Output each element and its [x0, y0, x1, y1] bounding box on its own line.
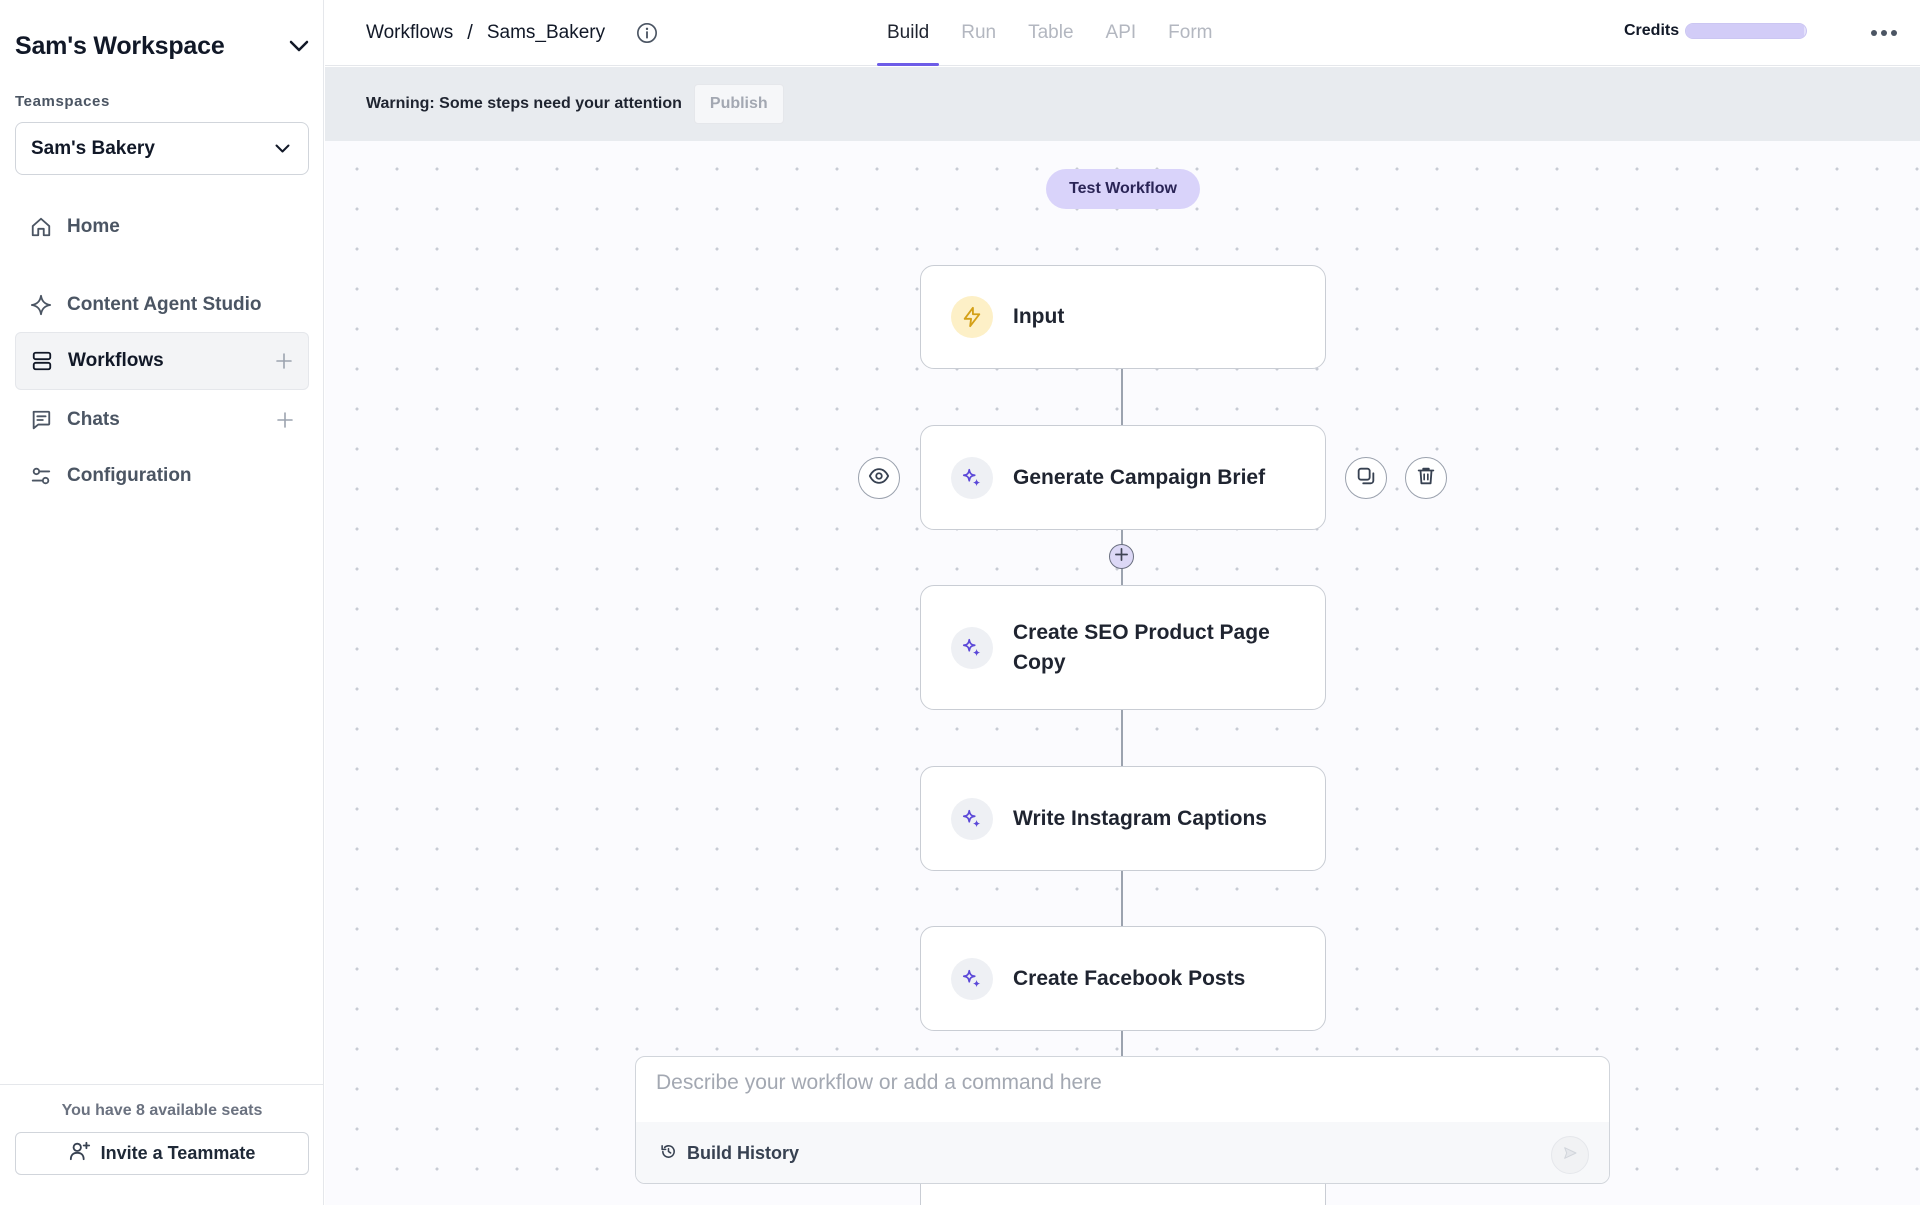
- warning-text: Warning: Some steps need your attention: [366, 95, 682, 112]
- step-node-create-facebook-posts[interactable]: Create Facebook Posts: [920, 926, 1326, 1031]
- workflows-icon: [30, 349, 54, 373]
- duplicate-step-button[interactable]: [1345, 457, 1387, 499]
- chat-icon: [29, 408, 53, 432]
- sidebar-item-content-agent-studio[interactable]: Content Agent Studio: [15, 276, 309, 334]
- connector-line: [1121, 368, 1123, 426]
- sidebar-item-home[interactable]: Home: [15, 198, 309, 256]
- step-label: Write Instagram Captions: [1013, 806, 1267, 830]
- sidebar-item-configuration[interactable]: Configuration: [15, 447, 309, 505]
- send-button[interactable]: [1551, 1136, 1589, 1174]
- info-icon[interactable]: [635, 21, 659, 45]
- breadcrumb-workflows-link[interactable]: Workflows: [366, 22, 453, 44]
- home-icon: [29, 215, 53, 239]
- sidebar-footer: You have 8 available seats Invite a Team…: [0, 1084, 324, 1205]
- workflow-canvas[interactable]: Test Workflow Input Generate Campaign Br…: [325, 141, 1920, 1205]
- tab-table[interactable]: Table: [1018, 0, 1083, 66]
- copy-icon: [1355, 465, 1377, 492]
- credits-bar: [1685, 23, 1808, 39]
- command-footer: Build History: [636, 1122, 1609, 1183]
- preview-step-button[interactable]: [858, 457, 900, 499]
- tab-api[interactable]: API: [1096, 0, 1147, 66]
- workspace-title: Sam's Workspace: [15, 31, 225, 60]
- command-input[interactable]: [656, 1071, 1556, 1095]
- history-icon: [660, 1143, 677, 1165]
- send-icon: [1562, 1145, 1578, 1166]
- lightning-icon: [951, 296, 993, 338]
- chevron-down-icon: [271, 138, 293, 160]
- teamspaces-label: Teamspaces: [15, 93, 110, 110]
- step-label: Create Facebook Posts: [1013, 966, 1246, 990]
- sidebar-item-workflows[interactable]: Workflows: [15, 332, 309, 390]
- credits-meter[interactable]: Credits: [1624, 22, 1808, 40]
- credits-bar-fill: [1686, 24, 1804, 38]
- test-workflow-button[interactable]: Test Workflow: [1046, 169, 1200, 209]
- sparkle-outline-icon: [29, 293, 53, 317]
- step-label: Input: [1013, 305, 1065, 328]
- step-label: Create SEO Product Page Copy: [1013, 620, 1270, 674]
- sidebar-item-label: Configuration: [67, 465, 192, 486]
- connector-line: [1121, 870, 1123, 928]
- sidebar: Sam's Workspace Teamspaces Sam's Bakery …: [0, 0, 324, 1205]
- sparkles-icon: [951, 797, 993, 840]
- delete-step-button[interactable]: [1405, 457, 1447, 499]
- sidebar-item-chats[interactable]: Chats: [15, 391, 309, 449]
- teamspace-select[interactable]: Sam's Bakery: [15, 122, 309, 175]
- seats-text: You have 8 available seats: [61, 1102, 263, 1119]
- build-history-button[interactable]: Build History: [660, 1143, 799, 1165]
- sparkles-icon: [951, 626, 993, 669]
- teamspace-selected: Sam's Bakery: [31, 137, 155, 159]
- add-chat-icon[interactable]: [275, 410, 295, 430]
- build-history-label: Build History: [687, 1143, 800, 1163]
- step-node-generate-campaign-brief[interactable]: Generate Campaign Brief: [920, 425, 1326, 530]
- chevron-down-icon[interactable]: [288, 35, 310, 57]
- plus-icon: [1114, 547, 1129, 567]
- trash-icon: [1415, 465, 1437, 492]
- sidebar-item-label: Workflows: [68, 350, 164, 371]
- view-tabs: Build Run Table API Form: [877, 0, 1234, 66]
- sidebar-item-label: Content Agent Studio: [67, 294, 262, 315]
- step-node-write-instagram-captions[interactable]: Write Instagram Captions: [920, 766, 1326, 871]
- sparkles-icon: [951, 957, 993, 1000]
- tab-run[interactable]: Run: [951, 0, 1006, 66]
- add-step-button[interactable]: [1109, 544, 1134, 569]
- sliders-icon: [29, 464, 53, 488]
- add-workflow-icon[interactable]: [274, 351, 294, 371]
- sidebar-item-label: Chats: [67, 409, 120, 430]
- step-label: Generate Campaign Brief: [1013, 465, 1266, 489]
- warning-bar: Warning: Some steps need your attention …: [325, 67, 1920, 141]
- invite-label: Invite a Teammate: [100, 1143, 256, 1163]
- sparkles-icon: [951, 456, 993, 499]
- publish-button[interactable]: Publish: [693, 84, 784, 124]
- breadcrumb-separator: /: [467, 21, 473, 44]
- breadcrumb-current: Sams_Bakery: [486, 22, 606, 43]
- eye-icon: [868, 465, 890, 492]
- add-user-icon: [69, 1140, 91, 1167]
- more-options-icon[interactable]: [1864, 20, 1904, 46]
- workspace-switcher[interactable]: Sam's Workspace: [15, 28, 310, 64]
- step-node-input[interactable]: Input: [920, 265, 1326, 369]
- breadcrumb: Workflows / Sams_Bakery: [366, 21, 659, 45]
- sidebar-item-label: Home: [67, 216, 120, 237]
- tab-build[interactable]: Build: [877, 0, 940, 66]
- tab-form[interactable]: Form: [1158, 0, 1222, 66]
- credits-label: Credits: [1624, 22, 1680, 39]
- command-box: Build History: [635, 1056, 1610, 1184]
- step-node-create-seo-product-page-copy[interactable]: Create SEO Product Page Copy: [920, 585, 1326, 710]
- top-bar: Workflows / Sams_Bakery Build Run Table …: [325, 0, 1920, 66]
- connector-line: [1121, 709, 1123, 767]
- invite-teammate-button[interactable]: Invite a Teammate: [15, 1132, 309, 1175]
